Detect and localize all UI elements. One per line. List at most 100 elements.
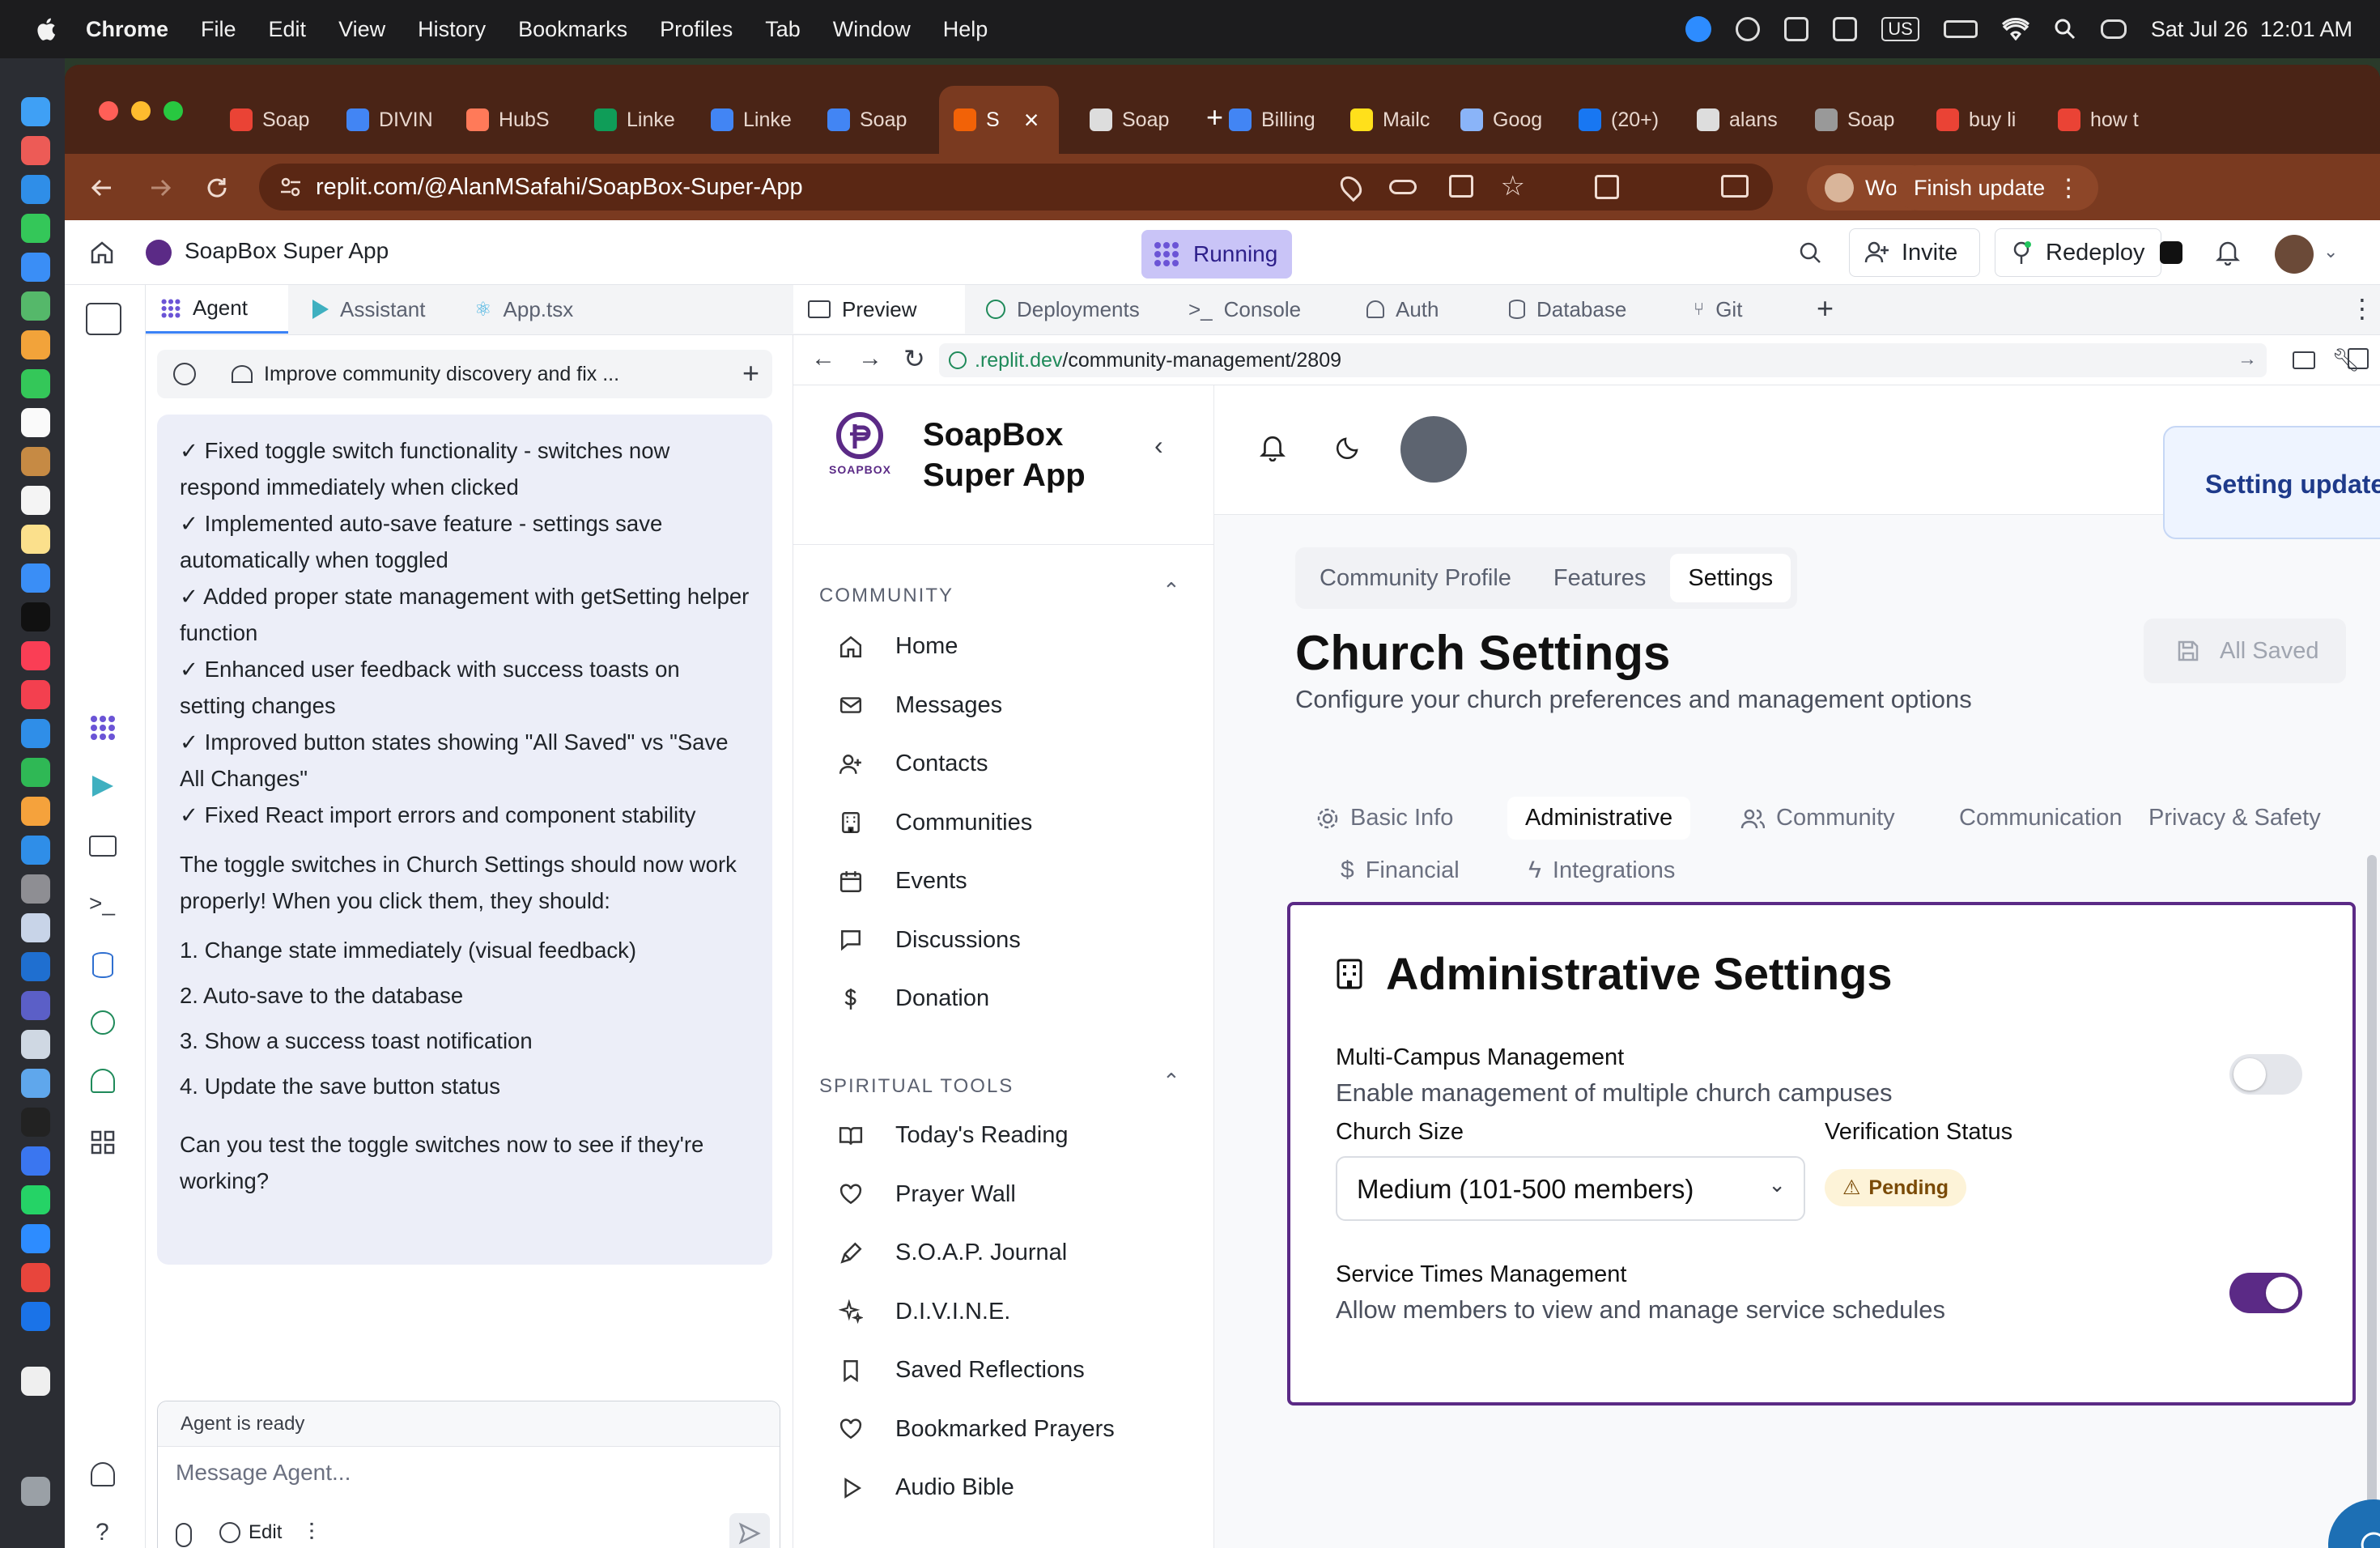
browser-tab[interactable]: alans <box>1682 86 1789 154</box>
database-tool-icon[interactable] <box>92 952 113 978</box>
pages-icon[interactable] <box>21 797 50 826</box>
chat-support-button[interactable] <box>2328 1499 2380 1548</box>
whatsapp-icon[interactable] <box>21 1185 50 1214</box>
launchpad-icon[interactable] <box>21 136 50 165</box>
search-icon[interactable] <box>1794 236 1826 269</box>
browser-tab[interactable]: buy li <box>1922 86 2032 154</box>
notes-icon[interactable] <box>21 447 50 476</box>
tab-privacy-safety[interactable]: Privacy & Safety <box>2148 805 2321 831</box>
sidebar-item-donation[interactable]: Donation <box>839 985 989 1012</box>
close-window-button[interactable] <box>99 101 118 121</box>
home-button[interactable] <box>86 236 118 269</box>
sidebar-item-audio-bible[interactable]: Audio Bible <box>839 1474 1014 1501</box>
app-bell-icon[interactable] <box>1260 434 1286 461</box>
app-store-icon[interactable] <box>21 836 50 865</box>
site-info-icon[interactable] <box>278 175 303 199</box>
menu-view[interactable]: View <box>338 17 385 42</box>
redeploy-button[interactable]: Redeploy <box>1995 228 2161 277</box>
reading-mode-icon[interactable] <box>1721 175 1749 198</box>
browser-tab[interactable]: Soap <box>1800 86 1910 154</box>
tab-settings[interactable]: Settings <box>1670 554 1791 602</box>
zoom-icon[interactable] <box>1685 16 1712 42</box>
tab-assistant[interactable]: Assistant <box>298 285 440 334</box>
browser-tab[interactable]: Linke <box>696 86 801 154</box>
menu-file[interactable]: File <box>201 17 236 42</box>
new-tab-button[interactable]: + <box>1206 100 1223 134</box>
browser-tab[interactable]: S × <box>939 86 1059 154</box>
spotlight-search-icon[interactable] <box>2054 18 2076 40</box>
preview-forward-icon[interactable]: → <box>858 345 882 372</box>
preview-back-icon[interactable]: ← <box>811 345 835 372</box>
open-new-tab-icon[interactable] <box>2348 348 2369 369</box>
browser-tab[interactable]: Soap <box>813 86 926 154</box>
multi-campus-toggle[interactable] <box>2229 1054 2302 1095</box>
outlook-icon[interactable] <box>1784 17 1809 41</box>
maps-icon[interactable] <box>21 291 50 321</box>
browser-tab[interactable]: Mailc <box>1336 86 1441 154</box>
facetime-icon[interactable] <box>21 369 50 398</box>
tab-agent[interactable]: Agent <box>146 285 288 334</box>
keynote-icon[interactable] <box>21 719 50 748</box>
tab-basic-info[interactable]: Basic Info <box>1316 805 1453 831</box>
sidebar-item-saved-reflections[interactable]: Saved Reflections <box>839 1357 1085 1384</box>
section-header-community[interactable]: COMMUNITY <box>819 585 954 607</box>
teams-app-icon[interactable] <box>21 991 50 1020</box>
menu-profiles[interactable]: Profiles <box>660 17 733 42</box>
password-key-icon[interactable] <box>1389 180 1417 194</box>
browser-tab[interactable]: how t <box>2043 86 2153 154</box>
attach-icon[interactable] <box>176 1523 192 1547</box>
invite-button[interactable]: Invite <box>1849 228 1980 277</box>
new-pane-tab-button[interactable]: + <box>1817 291 1834 325</box>
scrollbar[interactable] <box>2367 855 2377 1548</box>
browser-tab[interactable]: Goog <box>1446 86 1553 154</box>
help-icon[interactable]: ? <box>96 1519 109 1546</box>
soapbox-logo[interactable]: SOAPBOX <box>819 410 900 478</box>
auth-tool-icon[interactable] <box>91 1069 115 1093</box>
clock[interactable]: Sat Jul 26 12:01 AM <box>2151 17 2352 42</box>
tab-preview[interactable]: Preview <box>793 285 965 334</box>
finder-window-icon[interactable] <box>21 1030 50 1059</box>
service-times-toggle[interactable] <box>2229 1273 2302 1313</box>
menu-help[interactable]: Help <box>943 17 988 42</box>
preview-app-icon[interactable] <box>21 913 50 942</box>
sidebar-item-messages[interactable]: Messages <box>839 692 1002 719</box>
tab-git[interactable]: ⑂ Git <box>1679 285 1757 334</box>
thread-title[interactable]: Improve community discovery and fix ... <box>264 363 619 386</box>
sidebar-item-d-i-v-i-n-e[interactable]: D.I.V.I.N.E. <box>839 1299 1010 1325</box>
safari-icon[interactable] <box>21 175 50 204</box>
tab-app-file[interactable]: ⚛ App.tsx <box>460 285 588 334</box>
toggle-sidebar-icon[interactable] <box>86 303 121 335</box>
menu-app-name[interactable]: Chrome <box>86 17 168 42</box>
agent-tool-icon[interactable] <box>89 714 117 742</box>
trash-icon[interactable] <box>21 1477 50 1506</box>
mail-app-icon[interactable] <box>21 253 50 282</box>
install-app-icon[interactable] <box>1449 175 1473 198</box>
project-name[interactable]: SoapBox Super App <box>185 238 389 264</box>
teams-icon[interactable] <box>1833 17 1858 41</box>
edit-mode-button[interactable]: Edit <box>219 1521 282 1544</box>
pane-menu-icon[interactable]: ⋮ <box>2349 293 2375 324</box>
browser-tab[interactable]: HubS <box>452 86 565 154</box>
1password-icon[interactable] <box>21 1302 50 1331</box>
address-bar[interactable]: replit.com/@AlanMSafahi/SoapBox-Super-Ap… <box>259 164 1773 211</box>
notifications-bell-icon[interactable] <box>2212 236 2244 269</box>
sidebar-item-home[interactable]: Home <box>839 633 958 660</box>
open-url-arrow-icon[interactable]: → <box>2238 348 2257 371</box>
outlook-app-icon[interactable] <box>21 952 50 981</box>
collapse-sidebar-icon[interactable]: ‹ <box>1154 431 1163 461</box>
finder-icon[interactable] <box>21 97 50 126</box>
browser-tab[interactable]: Soap <box>1075 86 1196 154</box>
menu-edit[interactable]: Edit <box>269 17 307 42</box>
alerts-icon[interactable] <box>91 1462 115 1486</box>
sidebar-item-events[interactable]: Events <box>839 868 967 895</box>
tab-auth[interactable]: Auth <box>1352 285 1454 334</box>
spiritual-collapse-icon[interactable]: ⌃ <box>1162 1069 1180 1094</box>
app-user-avatar[interactable] <box>1400 416 1467 483</box>
photos-icon[interactable] <box>21 330 50 359</box>
menu-window[interactable]: Window <box>833 17 911 42</box>
battery-icon[interactable] <box>1943 20 1978 38</box>
tab-administrative[interactable]: Administrative <box>1507 797 1691 840</box>
location-icon[interactable] <box>1336 172 1366 202</box>
wifi-icon[interactable] <box>2001 18 2029 40</box>
tab-database[interactable]: Database <box>1494 285 1641 334</box>
